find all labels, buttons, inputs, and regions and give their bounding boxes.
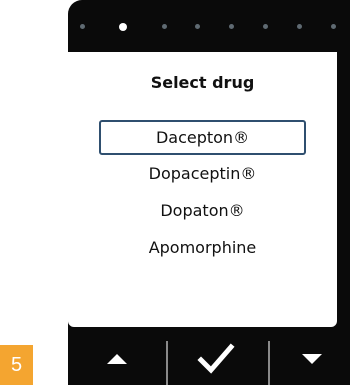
drug-option-dopaceptin[interactable]: Dopaceptin®	[99, 156, 306, 191]
triangle-up-icon	[107, 354, 127, 364]
checkmark-icon	[197, 343, 235, 374]
scroll-up-button[interactable]	[68, 333, 166, 385]
page-dot	[331, 24, 336, 29]
page-indicator	[68, 0, 350, 52]
dialog-title: Select drug	[150, 73, 255, 92]
page-dot	[297, 24, 302, 29]
softkey-bar	[68, 333, 350, 385]
scroll-down-button[interactable]	[270, 333, 350, 385]
select-drug-dialog: Select drug Dacepton® Dopaceptin® Dopato…	[68, 52, 337, 327]
page-dot	[162, 24, 167, 29]
confirm-button[interactable]	[168, 333, 268, 385]
device-screen: Select drug Dacepton® Dopaceptin® Dopato…	[68, 0, 350, 385]
drug-option-dopaton[interactable]: Dopaton®	[99, 193, 306, 228]
page-dot	[80, 24, 85, 29]
page-dot	[195, 24, 200, 29]
page-dot-active	[119, 23, 127, 31]
drug-option-dacepton[interactable]: Dacepton®	[99, 120, 306, 155]
triangle-down-icon	[302, 354, 322, 364]
page-dot	[229, 24, 234, 29]
page-dot	[263, 24, 268, 29]
drug-option-apomorphine[interactable]: Apomorphine	[99, 230, 306, 265]
step-number-badge: 5	[0, 345, 33, 385]
